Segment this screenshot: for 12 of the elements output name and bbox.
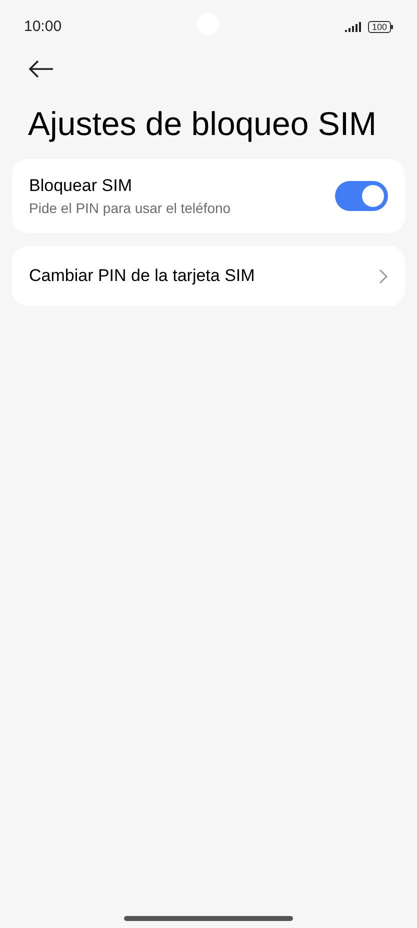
toggle-switch[interactable] (335, 181, 388, 211)
back-arrow-icon[interactable] (28, 60, 54, 78)
chevron-right-icon (379, 268, 388, 284)
setting-label: Cambiar PIN de la tarjeta SIM (29, 265, 255, 287)
settings-card[interactable]: Cambiar PIN de la tarjeta SIM (12, 246, 405, 306)
setting-description: Pide el PIN para usar el teléfono (29, 199, 231, 218)
battery-indicator: 100 (368, 21, 391, 33)
status-time: 10:00 (24, 16, 62, 37)
settings-card[interactable]: Bloquear SIM Pide el PIN para usar el teléfono (12, 159, 405, 233)
signal-icon (344, 22, 362, 32)
page-title: Ajustes de bloqueo SIM (27, 104, 378, 144)
setting-label: Bloquear SIM (29, 175, 133, 197)
